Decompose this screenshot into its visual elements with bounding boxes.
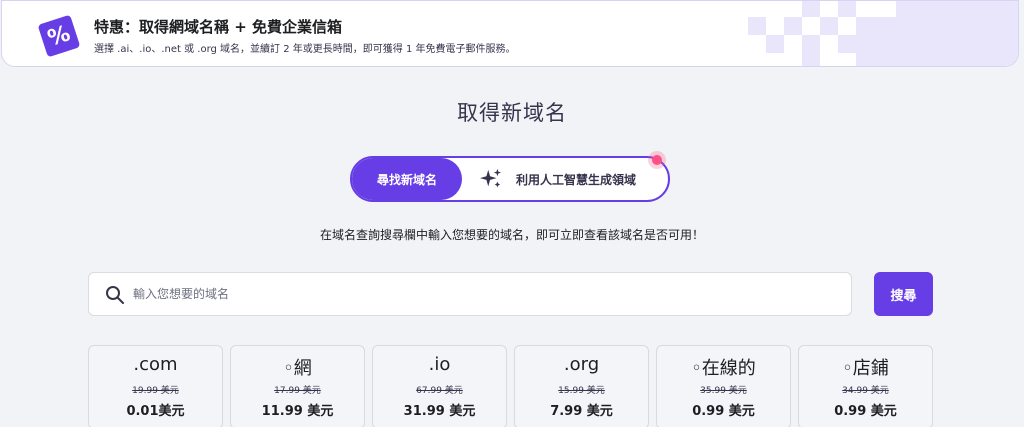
domain-search-box (88, 272, 852, 316)
tld-card-online[interactable]: ◦在線的 35.99 美元 0.99 美元 (656, 345, 791, 427)
tld-card-io[interactable]: .io 67.99 美元 31.99 美元 (372, 345, 507, 427)
search-icon (106, 286, 124, 304)
tld-name: .com (133, 354, 178, 375)
tld-old-price: 17.99 美元 (274, 386, 321, 396)
tld-old-price: 19.99 美元 (132, 386, 179, 396)
tld-name: .org (563, 354, 600, 375)
page-title: 取得新域名 (457, 101, 567, 125)
tld-price: 7.99 美元 (550, 404, 613, 419)
tab-ai-generate[interactable]: 利用人工智慧生成領域 (480, 158, 636, 200)
tld-old-price: 35.99 美元 (700, 386, 747, 396)
tld-name: ◦在線的 (691, 358, 756, 379)
decorative-pattern (748, 1, 1018, 66)
domain-search-input[interactable] (133, 273, 833, 315)
tab-find-domain[interactable]: 尋找新域名 (352, 158, 462, 200)
promo-banner: % 特惠：取得網域名稱 + 免費企業信箱 選擇 .ai、.io、.net 或 .… (1, 0, 1019, 67)
tld-price: 31.99 美元 (403, 404, 476, 419)
tld-card-store[interactable]: ◦店鋪 34.99 美元 0.99 美元 (798, 345, 933, 427)
page-subtitle: 在域名查詢搜尋欄中輸入您想要的域名，即可立即查看該域名是否可用！ (319, 228, 704, 242)
tld-price: 0.01美元 (126, 404, 185, 419)
tld-name: .io (428, 354, 451, 375)
tld-old-price: 15.99 美元 (558, 386, 605, 396)
tld-price: 0.99 美元 (692, 404, 755, 419)
sparkle-icon (480, 168, 502, 188)
tld-old-price: 67.99 美元 (416, 386, 463, 396)
percent-tag-icon: % (37, 14, 81, 58)
search-button[interactable]: 搜尋 (874, 272, 933, 316)
tab-ai-generate-label: 利用人工智慧生成領域 (516, 172, 637, 187)
promo-description: 選擇 .ai、.io、.net 或 .org 域名，並續訂 2 年或更長時間，即… (94, 44, 516, 55)
tld-card-wang[interactable]: ◦網 17.99 美元 11.99 美元 (230, 345, 365, 427)
tld-old-price: 34.99 美元 (842, 386, 889, 396)
search-mode-toggle: 尋找新域名 利用人工智慧生成領域 (350, 155, 670, 202)
tld-price: 0.99 美元 (834, 404, 897, 419)
tld-name: ◦店鋪 (842, 358, 889, 379)
tld-card-com[interactable]: .com 19.99 美元 0.01美元 (88, 345, 223, 427)
promo-title: 特惠：取得網域名稱 + 免費企業信箱 (94, 18, 343, 36)
tld-card-org[interactable]: .org 15.99 美元 7.99 美元 (514, 345, 649, 427)
tld-name: ◦網 (283, 358, 312, 379)
notification-dot (652, 155, 662, 165)
tld-price: 11.99 美元 (261, 404, 334, 419)
